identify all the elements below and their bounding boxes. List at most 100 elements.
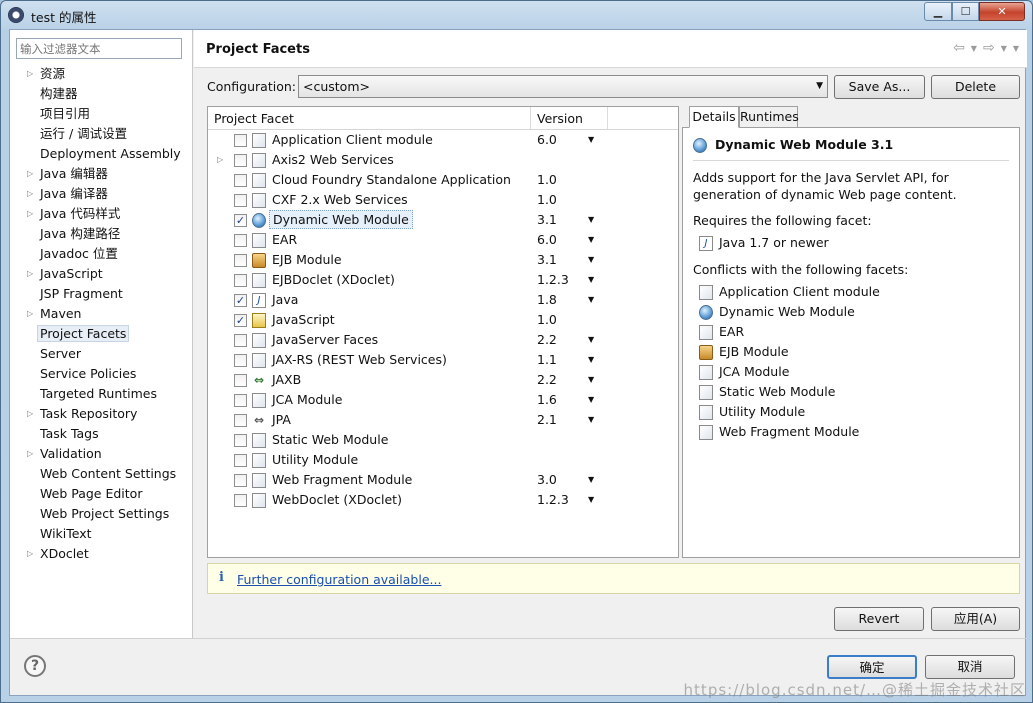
nav-item[interactable]: Task Tags	[10, 424, 193, 444]
tab-runtimes[interactable]: Runtimes	[739, 106, 799, 128]
nav-item[interactable]: ▷ Maven	[10, 304, 193, 324]
facet-row[interactable]: Utility Module	[208, 450, 678, 470]
nav-item[interactable]: Web Content Settings	[10, 464, 193, 484]
facet-checkbox[interactable]	[234, 414, 247, 427]
version-dropdown-icon[interactable]: ▼	[588, 230, 594, 250]
expand-icon[interactable]: ▷	[27, 204, 33, 224]
version-dropdown-icon[interactable]: ▼	[588, 470, 594, 490]
facet-checkbox[interactable]	[234, 134, 247, 147]
column-header-facet[interactable]: Project Facet	[214, 111, 294, 126]
facet-checkbox[interactable]: ✓	[234, 214, 247, 227]
facet-checkbox[interactable]	[234, 494, 247, 507]
facet-row[interactable]: JavaServer Faces 2.2 ▼	[208, 330, 678, 350]
facet-row[interactable]: ⇔ JPA 2.1 ▼	[208, 410, 678, 430]
facet-version[interactable]: 1.2.3	[537, 270, 569, 290]
nav-item[interactable]: ▷ Java 代码样式	[10, 204, 193, 224]
apply-button[interactable]: 应用(A)	[931, 607, 1020, 631]
back-arrow-icon[interactable]: ⇦	[953, 40, 965, 56]
facet-row[interactable]: EJB Module 3.1 ▼	[208, 250, 678, 270]
version-dropdown-icon[interactable]: ▼	[588, 350, 594, 370]
expand-icon[interactable]: ▷	[27, 304, 33, 324]
facet-row[interactable]: EAR 6.0 ▼	[208, 230, 678, 250]
nav-item[interactable]: Deployment Assembly	[10, 144, 193, 164]
nav-item[interactable]: ▷ XDoclet	[10, 544, 193, 564]
nav-item[interactable]: Project Facets	[10, 324, 193, 344]
facet-version[interactable]: 6.0	[537, 130, 557, 150]
facet-checkbox[interactable]	[234, 354, 247, 367]
nav-item[interactable]: ▷ Validation	[10, 444, 193, 464]
expand-icon[interactable]: ▷	[27, 184, 33, 204]
facet-checkbox[interactable]	[234, 274, 247, 287]
cancel-button[interactable]: 取消	[925, 655, 1015, 679]
facet-checkbox[interactable]	[234, 374, 247, 387]
column-header-version[interactable]: Version	[537, 111, 583, 126]
expand-icon[interactable]: ▷	[27, 404, 33, 424]
facet-checkbox[interactable]	[234, 394, 247, 407]
facet-version[interactable]: 1.1	[537, 350, 557, 370]
further-configuration-link[interactable]: Further configuration available...	[237, 572, 441, 587]
facet-version[interactable]: 2.2	[537, 370, 557, 390]
facet-row[interactable]: JCA Module 1.6 ▼	[208, 390, 678, 410]
nav-item[interactable]: ▷ JavaScript	[10, 264, 193, 284]
version-dropdown-icon[interactable]: ▼	[588, 390, 594, 410]
facet-row[interactable]: EJBDoclet (XDoclet) 1.2.3 ▼	[208, 270, 678, 290]
facet-row[interactable]: ✓ JavaScript 1.0	[208, 310, 678, 330]
facet-checkbox[interactable]	[234, 194, 247, 207]
facet-row[interactable]: ▷ Axis2 Web Services	[208, 150, 678, 170]
facet-checkbox[interactable]	[234, 254, 247, 267]
version-dropdown-icon[interactable]: ▼	[588, 130, 594, 150]
facet-checkbox[interactable]: ✓	[234, 294, 247, 307]
expand-icon[interactable]: ▷	[217, 150, 223, 170]
nav-item[interactable]: ▷ Java 编辑器	[10, 164, 193, 184]
facet-checkbox[interactable]	[234, 474, 247, 487]
view-menu-icon[interactable]: ▼	[1013, 44, 1019, 56]
nav-item[interactable]: Javadoc 位置	[10, 244, 193, 264]
forward-arrow-icon[interactable]: ⇨	[983, 40, 995, 56]
version-dropdown-icon[interactable]: ▼	[588, 330, 594, 350]
version-dropdown-icon[interactable]: ▼	[588, 270, 594, 290]
nav-item[interactable]: ▷ 资源	[10, 64, 193, 84]
facet-checkbox[interactable]	[234, 174, 247, 187]
nav-item[interactable]: WikiText	[10, 524, 193, 544]
nav-item[interactable]: 运行 / 调试设置	[10, 124, 193, 144]
version-dropdown-icon[interactable]: ▼	[588, 410, 594, 430]
facet-checkbox[interactable]	[234, 334, 247, 347]
nav-item[interactable]: Web Page Editor	[10, 484, 193, 504]
nav-item[interactable]: ▷ Java 编译器	[10, 184, 193, 204]
facet-version[interactable]: 2.2	[537, 330, 557, 350]
facet-row[interactable]: ✓ Dynamic Web Module 3.1 ▼	[208, 210, 678, 230]
version-dropdown-icon[interactable]: ▼	[588, 370, 594, 390]
nav-item[interactable]: Server	[10, 344, 193, 364]
nav-item[interactable]: Targeted Runtimes	[10, 384, 193, 404]
nav-item[interactable]: JSP Fragment	[10, 284, 193, 304]
expand-icon[interactable]: ▷	[27, 164, 33, 184]
column-divider[interactable]	[607, 107, 608, 129]
maximize-button[interactable]: ☐	[952, 2, 979, 21]
facet-version[interactable]: 3.0	[537, 470, 557, 490]
facet-checkbox[interactable]	[234, 454, 247, 467]
nav-item[interactable]: ▷ Task Repository	[10, 404, 193, 424]
nav-item[interactable]: 构建器	[10, 84, 193, 104]
facet-checkbox[interactable]: ✓	[234, 314, 247, 327]
facet-row[interactable]: JAX-RS (REST Web Services) 1.1 ▼	[208, 350, 678, 370]
ok-button[interactable]: 确定	[827, 655, 917, 679]
version-dropdown-icon[interactable]: ▼	[588, 290, 594, 310]
configuration-select[interactable]: <custom> ▼	[298, 75, 828, 98]
facet-version[interactable]: 2.1	[537, 410, 557, 430]
facet-checkbox[interactable]	[234, 234, 247, 247]
facet-row[interactable]: ✓ J Java 1.8 ▼	[208, 290, 678, 310]
revert-button[interactable]: Revert	[834, 607, 924, 631]
version-dropdown-icon[interactable]: ▼	[588, 490, 594, 510]
nav-item[interactable]: Web Project Settings	[10, 504, 193, 524]
nav-item[interactable]: Service Policies	[10, 364, 193, 384]
facet-checkbox[interactable]	[234, 434, 247, 447]
facet-version[interactable]: 3.1	[537, 250, 557, 270]
facet-checkbox[interactable]	[234, 154, 247, 167]
facet-version[interactable]: 1.6	[537, 390, 557, 410]
facet-row[interactable]: Web Fragment Module 3.0 ▼	[208, 470, 678, 490]
column-divider[interactable]	[530, 107, 531, 129]
expand-icon[interactable]: ▷	[27, 444, 33, 464]
version-dropdown-icon[interactable]: ▼	[588, 250, 594, 270]
nav-item[interactable]: 项目引用	[10, 104, 193, 124]
back-dropdown-icon[interactable]: ▼	[971, 44, 977, 56]
